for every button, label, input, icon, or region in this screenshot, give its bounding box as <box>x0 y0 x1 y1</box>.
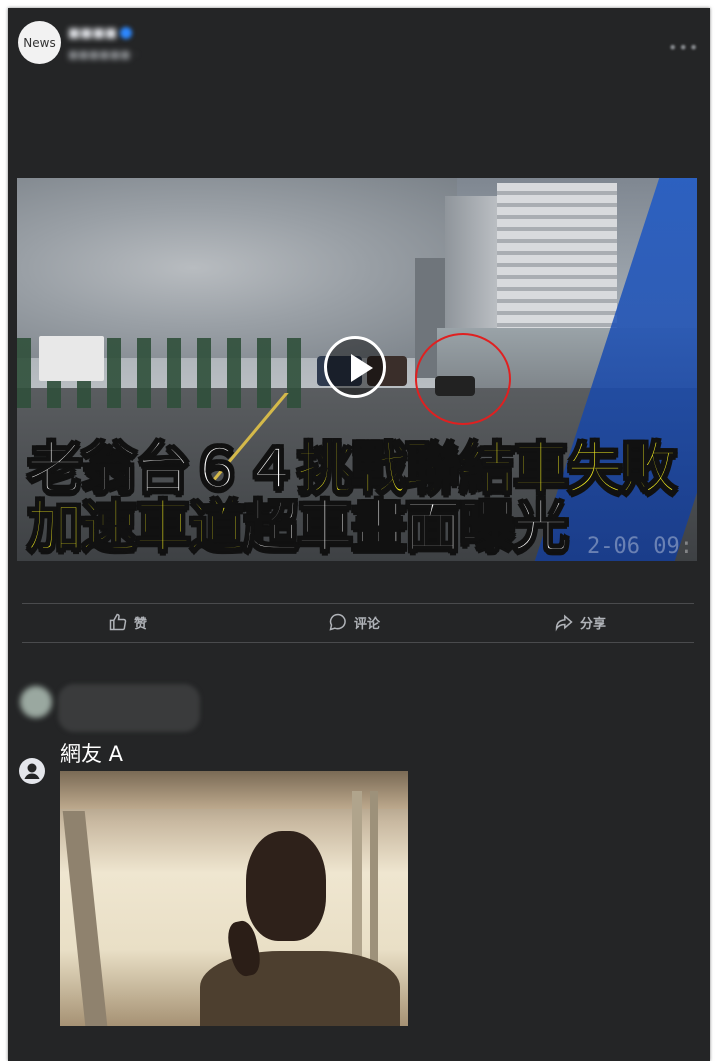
verified-badge-icon <box>120 27 132 39</box>
divider <box>22 603 694 604</box>
reply-user-name[interactable]: 網友 A <box>60 738 123 768</box>
comment-bubble-icon <box>329 613 346 631</box>
video-scene-sky <box>17 178 457 358</box>
divider <box>22 642 694 643</box>
commenter-avatar[interactable] <box>20 686 52 718</box>
play-icon <box>351 354 373 382</box>
video-timestamp-overlay: 2-06 09: <box>587 534 693 559</box>
avatar-label: News <box>23 35 56 50</box>
like-label: 赞 <box>134 616 148 632</box>
image-person-head <box>246 831 326 941</box>
post-timestamp[interactable]: ■■■■■■ · <box>68 48 137 61</box>
headline-yellow-text: 加速車道 <box>26 495 246 560</box>
share-button[interactable]: 分享 <box>554 612 606 632</box>
like-button[interactable]: 赞 <box>108 612 147 632</box>
page-avatar[interactable]: News <box>18 21 61 64</box>
more-options-icon[interactable]: ••• <box>668 38 699 57</box>
video-thumbnail[interactable]: 老翁台６４挑戰聯結車失敗 加速車道超車畫面曝光 2-06 09: <box>17 178 697 561</box>
video-scene-truck <box>39 336 104 381</box>
share-label: 分享 <box>580 616 607 632</box>
headline-white-text: 超車畫面曝光 <box>242 495 570 560</box>
user-avatar-icon[interactable] <box>19 758 45 784</box>
image-frame-left <box>62 811 108 1026</box>
comment-bubble <box>58 684 200 732</box>
image-person-body <box>200 951 400 1026</box>
comment-label: 评论 <box>354 616 381 632</box>
facebook-post-card: News ■■■■ ■■■■■■ · ••• 老翁台６４挑戰聯結車失敗 加速車道… <box>8 8 710 1061</box>
page-name-link[interactable]: ■■■■ <box>68 26 117 41</box>
reaction-meme-image[interactable] <box>60 771 408 1026</box>
share-arrow-icon <box>555 614 573 632</box>
comment-button[interactable]: 评论 <box>328 612 380 632</box>
video-headline-line1: 老翁台６４挑戰聯結車失敗 <box>26 437 697 502</box>
play-button[interactable] <box>324 336 386 398</box>
headline-yellow-text: 挑戰聯結車失敗 <box>296 437 678 502</box>
headline-white-text: 老翁台６４ <box>26 437 300 502</box>
thumbs-up-icon <box>109 613 127 631</box>
red-highlight-circle <box>415 333 511 425</box>
